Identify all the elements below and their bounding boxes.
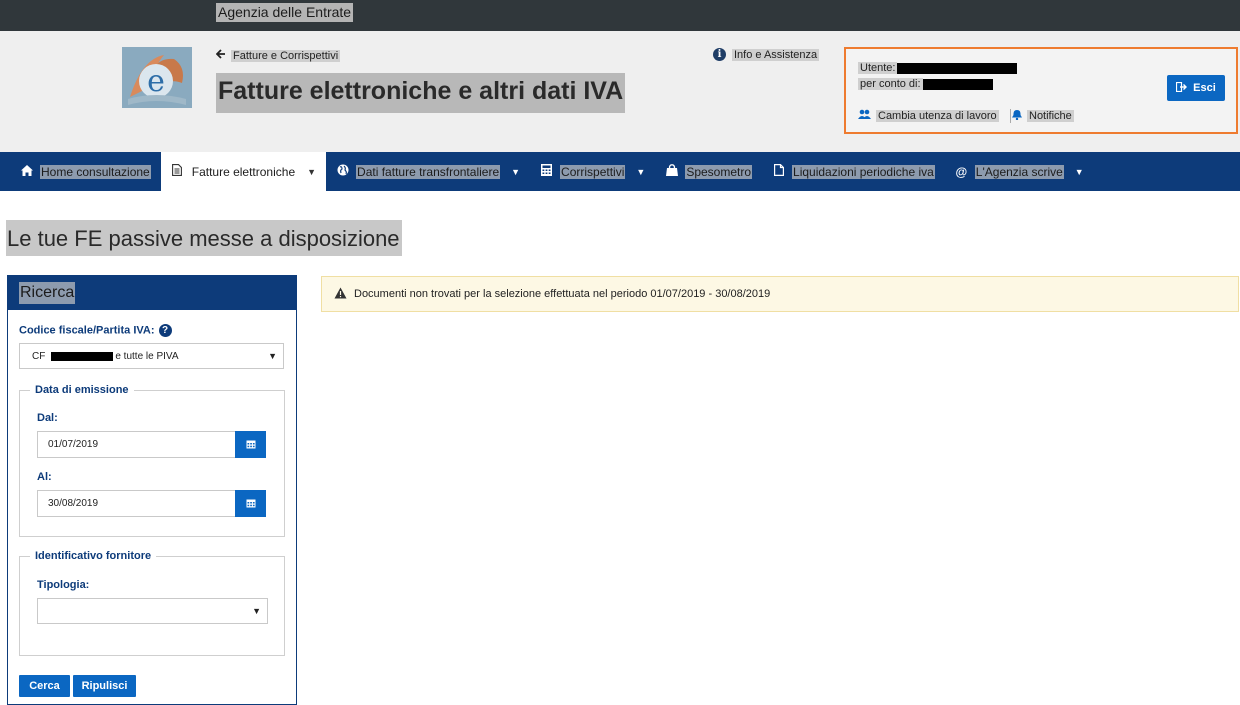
nav-label-home: Home consultazione bbox=[40, 164, 151, 179]
nav-label-fatture: Fatture elettroniche bbox=[191, 164, 296, 179]
notifications-label: Notifiche bbox=[1027, 110, 1074, 122]
alert-message: Documenti non trovati per la selezione e… bbox=[354, 288, 771, 300]
arrow-left-icon bbox=[215, 49, 226, 62]
calendar-icon bbox=[246, 495, 256, 513]
chevron-down-icon: ▼ bbox=[511, 166, 521, 177]
main-nav: Home consultazione Fatture elettroniche … bbox=[0, 152, 1240, 191]
supplier-fieldset: Identificativo fornitore Tipologia: ▼ bbox=[19, 550, 285, 656]
globe-icon bbox=[336, 164, 349, 179]
nav-item-dati-transfrontalieri[interactable]: Dati fatture transfrontaliere ▼ bbox=[326, 152, 530, 191]
info-icon: i bbox=[713, 48, 726, 61]
search-panel: Ricerca Codice fiscale/Partita IVA:? CF … bbox=[7, 275, 297, 705]
back-link[interactable]: Fatture e Corrispettivi bbox=[215, 49, 341, 62]
to-date-input[interactable]: 30/08/2019 bbox=[37, 490, 236, 517]
chevron-down-icon: ▼ bbox=[1074, 166, 1084, 177]
change-user-link[interactable]: Cambia utenza di lavoro bbox=[858, 109, 999, 122]
help-icon[interactable]: ? bbox=[158, 324, 172, 337]
from-label: Dal: bbox=[37, 412, 58, 424]
cf-suffix: e tutte le PIVA bbox=[115, 350, 179, 362]
warning-icon bbox=[334, 287, 347, 302]
header: e Fatture e Corrispettivi Fatture elettr… bbox=[0, 31, 1240, 152]
users-icon bbox=[858, 109, 871, 122]
redacted-on-behalf bbox=[922, 78, 993, 90]
nav-item-liquidazioni[interactable]: Liquidazioni periodiche iva bbox=[762, 152, 945, 191]
user-label: Utente: bbox=[858, 62, 898, 74]
nav-item-spesometro[interactable]: Spesometro bbox=[655, 152, 762, 191]
back-link-label: Fatture e Corrispettivi bbox=[231, 49, 341, 62]
separator bbox=[1010, 109, 1011, 123]
shopping-bag-icon bbox=[665, 164, 678, 179]
page-title: Fatture elettroniche e altri dati IVA bbox=[216, 73, 626, 113]
nav-item-home[interactable]: Home consultazione bbox=[10, 152, 161, 191]
date-fieldset: Data di emissione Dal: 01/07/2019 Al: 30… bbox=[19, 384, 285, 537]
logout-label: Esci bbox=[1193, 82, 1216, 94]
at-icon: @ bbox=[955, 164, 968, 179]
nav-label-liquidazioni: Liquidazioni periodiche iva bbox=[792, 164, 935, 179]
supplier-legend: Identificativo fornitore bbox=[30, 550, 157, 562]
clear-button[interactable]: Ripulisci bbox=[73, 675, 136, 697]
home-icon bbox=[20, 164, 33, 179]
cf-label: Codice fiscale/Partita IVA: bbox=[19, 324, 155, 337]
info-link-label: Info e Assistenza bbox=[732, 48, 820, 61]
calendar-icon bbox=[246, 436, 256, 454]
nav-item-fatture-elettroniche[interactable]: Fatture elettroniche ▼ bbox=[160, 152, 327, 191]
nav-label-agenzia-scrive: L'Agenzia scrive bbox=[974, 164, 1064, 179]
cf-select[interactable]: CF e tutte le PIVA ▼ bbox=[19, 343, 284, 369]
chevron-down-icon: ▼ bbox=[252, 606, 261, 616]
nav-label-corrispettivi: Corrispettivi bbox=[560, 164, 626, 179]
nav-item-corrispettivi[interactable]: Corrispettivi ▼ bbox=[530, 152, 655, 191]
info-assistance-link[interactable]: i Info e Assistenza bbox=[713, 48, 820, 61]
from-calendar-button[interactable] bbox=[235, 431, 266, 458]
bell-icon bbox=[1012, 109, 1022, 123]
logout-button[interactable]: Esci bbox=[1167, 75, 1225, 101]
no-results-alert: Documenti non trovati per la selezione e… bbox=[321, 276, 1239, 312]
chevron-down-icon: ▼ bbox=[268, 351, 277, 361]
change-user-label: Cambia utenza di lavoro bbox=[876, 109, 999, 122]
nav-label-transfrontaliere: Dati fatture transfrontaliere bbox=[356, 164, 501, 179]
chevron-down-icon: ▼ bbox=[307, 166, 317, 177]
top-bar: Agenzia delle Entrate bbox=[0, 0, 1240, 31]
cf-label-row: Codice fiscale/Partita IVA:? bbox=[19, 324, 172, 337]
notifications-link[interactable]: Notifiche bbox=[1012, 109, 1074, 123]
user-box: Utente: per conto di: Esci Cambia utenza… bbox=[844, 47, 1238, 134]
to-calendar-button[interactable] bbox=[235, 490, 266, 517]
redacted-cf bbox=[51, 351, 114, 361]
redacted-user bbox=[897, 62, 1018, 74]
svg-text:e: e bbox=[147, 64, 165, 99]
document-icon bbox=[171, 164, 184, 179]
on-behalf-row: per conto di: bbox=[858, 78, 993, 90]
user-row: Utente: bbox=[858, 62, 1018, 74]
from-date-input[interactable]: 01/07/2019 bbox=[37, 431, 236, 458]
agency-logo[interactable]: e bbox=[122, 47, 192, 108]
agency-name[interactable]: Agenzia delle Entrate bbox=[216, 3, 354, 22]
page-heading: Le tue FE passive messe a disposizione bbox=[6, 220, 402, 256]
sign-out-icon bbox=[1176, 81, 1188, 95]
to-label: Al: bbox=[37, 471, 52, 483]
nav-item-agenzia-scrive[interactable]: @ L'Agenzia scrive ▼ bbox=[945, 152, 1094, 191]
date-legend: Data di emissione bbox=[30, 384, 134, 396]
nav-label-spesometro: Spesometro bbox=[685, 164, 753, 179]
search-button[interactable]: Cerca bbox=[19, 675, 70, 697]
chevron-down-icon: ▼ bbox=[636, 166, 646, 177]
search-panel-title: Ricerca bbox=[19, 282, 76, 304]
cf-prefix: CF bbox=[32, 350, 46, 362]
file-icon bbox=[772, 164, 785, 179]
search-panel-header: Ricerca bbox=[8, 276, 296, 310]
type-label: Tipologia: bbox=[37, 579, 90, 591]
calculator-icon bbox=[540, 164, 553, 179]
on-behalf-label: per conto di: bbox=[858, 78, 923, 90]
type-select[interactable]: ▼ bbox=[37, 598, 268, 624]
